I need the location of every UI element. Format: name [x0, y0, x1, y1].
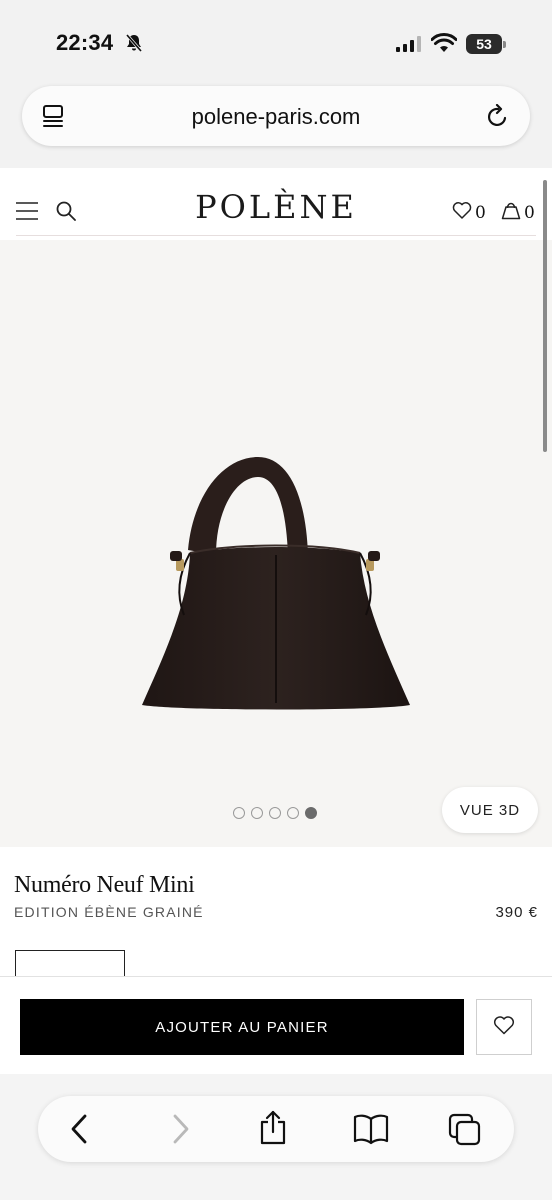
cart-link[interactable]: 0: [501, 200, 535, 225]
bag-icon: [501, 200, 521, 225]
url-text: polene-paris.com: [191, 104, 361, 129]
carousel-dot-active[interactable]: [305, 807, 317, 819]
tabs-overview-icon[interactable]: [448, 1113, 482, 1152]
wishlist-count: 0: [475, 202, 486, 223]
product-price: 390 €: [495, 904, 538, 921]
back-icon[interactable]: [68, 1113, 92, 1150]
browser-toolbar: [38, 1096, 514, 1162]
page-scrollbar[interactable]: [543, 180, 547, 452]
product-title: Numéro Neuf Mini: [14, 872, 195, 898]
heart-icon: [452, 201, 472, 224]
wifi-icon: [430, 33, 458, 58]
header-divider: [16, 235, 536, 236]
add-to-cart-bar: AJOUTER AU PANIER: [0, 976, 552, 1074]
cart-count: 0: [524, 202, 535, 223]
share-icon[interactable]: [258, 1110, 288, 1151]
wishlist-link[interactable]: 0: [452, 201, 486, 224]
carousel-dot[interactable]: [287, 807, 299, 819]
add-to-wishlist-button[interactable]: [476, 999, 532, 1055]
product-edition: EDITION ÉBÈNE GRAINÉ: [14, 904, 204, 920]
address-bar[interactable]: polene-paris.com: [22, 86, 530, 146]
add-to-cart-button[interactable]: AJOUTER AU PANIER: [20, 999, 464, 1055]
battery-icon: 53: [466, 34, 502, 54]
site-header: POLÈNE 0 0: [0, 168, 552, 240]
forward-icon[interactable]: [168, 1113, 192, 1150]
carousel-dot[interactable]: [269, 807, 281, 819]
carousel-dot[interactable]: [251, 807, 263, 819]
bookmarks-icon[interactable]: [353, 1113, 389, 1150]
battery-nub: [503, 41, 506, 48]
reload-icon[interactable]: [486, 103, 510, 135]
browser-address-area: polene-paris.com: [0, 80, 552, 168]
heart-icon: [493, 1015, 515, 1040]
status-bar: 22:34 53: [0, 0, 552, 80]
clock: 22:34: [56, 30, 114, 55]
carousel-indicators: [233, 807, 317, 819]
browser-toolbar-area: [0, 1074, 552, 1200]
bell-slash-icon: [124, 33, 144, 58]
carousel-dot[interactable]: [233, 807, 245, 819]
signal-icon: [396, 36, 422, 57]
product-gallery[interactable]: VUE 3D: [0, 240, 552, 847]
view-3d-button[interactable]: VUE 3D: [442, 787, 538, 833]
handbag-product-image: [142, 457, 410, 710]
